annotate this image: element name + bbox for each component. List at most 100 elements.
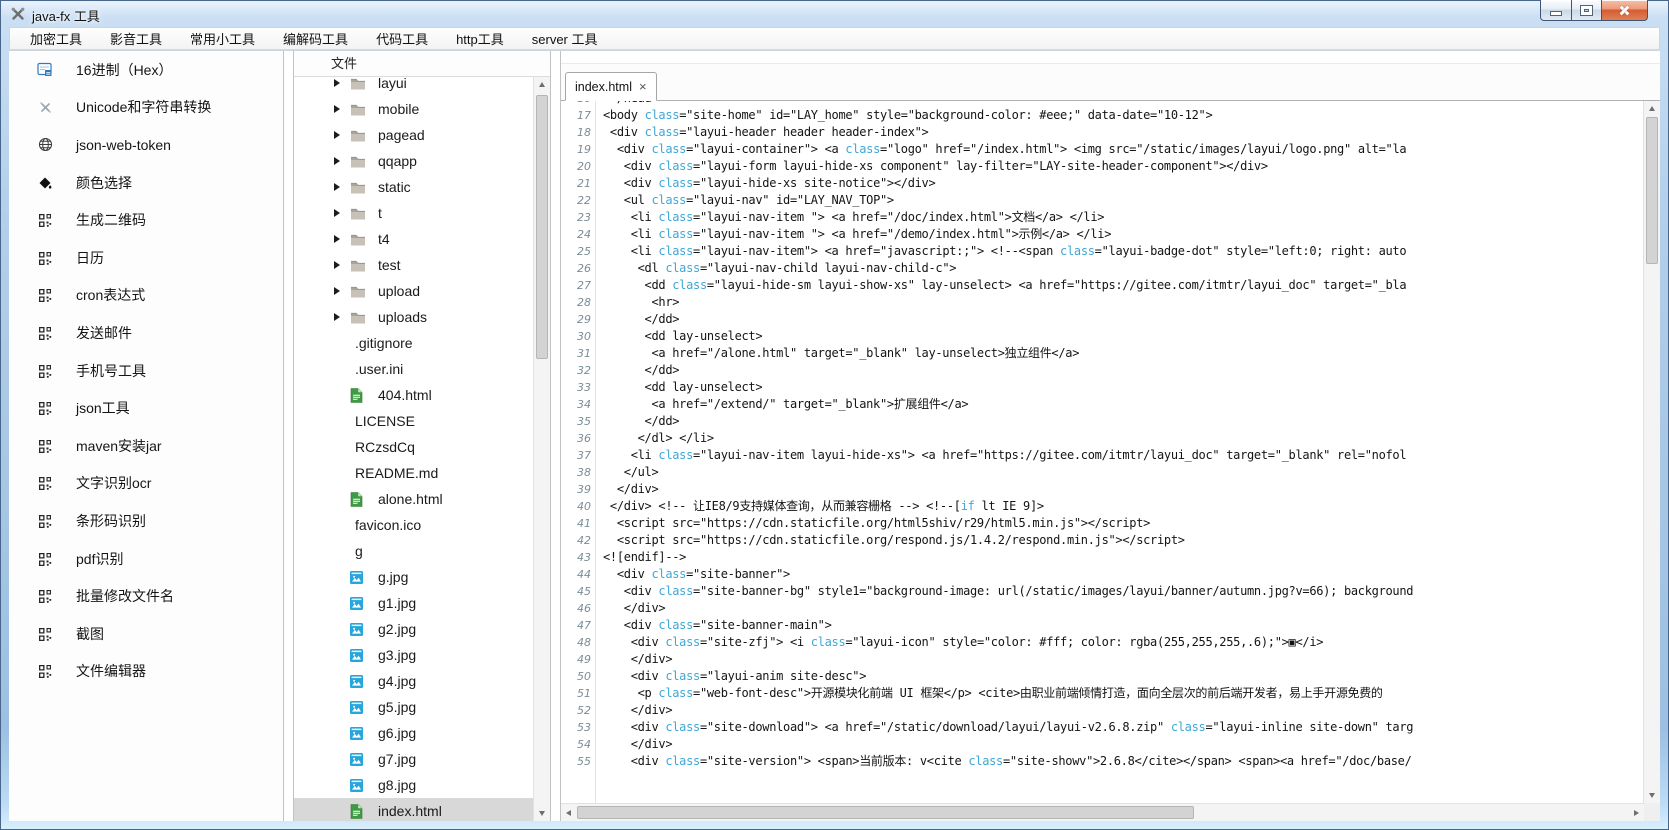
sidebar-item-batch-rename[interactable]: 批量修改文件名 — [9, 577, 283, 615]
tree-item-label: g8.jpg — [378, 777, 416, 793]
scroll-up-icon[interactable] — [534, 77, 550, 92]
tree-folder-uploads[interactable]: uploads — [294, 304, 534, 330]
expand-arrow-icon[interactable] — [334, 131, 350, 139]
tree-folder-qqapp[interactable]: qqapp — [294, 148, 534, 174]
tab-close-icon[interactable]: × — [639, 80, 647, 93]
menu-server[interactable]: server 工具 — [518, 28, 612, 49]
sidebar-item-screenshot[interactable]: 截图 — [9, 615, 283, 653]
tree-file-favicon-ico[interactable]: favicon.ico — [294, 512, 534, 538]
code-editor-area[interactable]: 16 </head>17<body class="site-home" id="… — [561, 101, 1644, 803]
code-text: <div class="layui-anim site-desc"> — [591, 668, 866, 685]
tree-file-g-jpg[interactable]: g.jpg — [294, 564, 534, 590]
sidebar-item-hex[interactable]: 16进制（Hex） — [9, 51, 283, 89]
tree-file-gitignore[interactable]: .gitignore — [294, 330, 534, 356]
scroll-down-icon[interactable] — [1644, 788, 1660, 803]
tree-file-user-ini[interactable]: .user.ini — [294, 356, 534, 382]
scroll-left-icon[interactable] — [561, 804, 576, 821]
tree-file-license[interactable]: LICENSE — [294, 408, 534, 434]
close-icon — [1618, 4, 1631, 17]
tree-folder-t[interactable]: t — [294, 200, 534, 226]
sidebar-item-qrcode-generate[interactable]: 生成二维码 — [9, 201, 283, 239]
title-bar[interactable]: java-fx 工具 — [1, 1, 1668, 27]
minimize-button[interactable] — [1540, 0, 1572, 21]
menu-item[interactable]: 编解码工具 — [269, 28, 362, 49]
scroll-right-icon[interactable] — [1629, 804, 1644, 821]
tree-file-g7-jpg[interactable]: g7.jpg — [294, 746, 534, 772]
sidebar-item-json-web-token[interactable]: json-web-token — [9, 126, 283, 164]
tree-item-label: uploads — [378, 309, 427, 325]
tree-file-alone-html[interactable]: alone.html — [294, 486, 534, 512]
app-window: java-fx 工具 加密工具影音工具常用小工具编解码工具代码工具http工具s… — [0, 0, 1669, 830]
tree-folder-layui[interactable]: layui — [294, 77, 534, 96]
sidebar-item-cron-expression[interactable]: cron表达式 — [9, 277, 283, 315]
editor-hscrollbar-thumb[interactable] — [577, 806, 1194, 819]
sidebar-item-send-email[interactable]: 发送邮件 — [9, 314, 283, 352]
main-content: 16进制（Hex）Unicode和字符串转换json-web-token颜色选择… — [9, 50, 1660, 821]
expand-arrow-icon[interactable] — [334, 79, 350, 87]
close-button[interactable] — [1601, 0, 1648, 21]
sidebar-item-file-editor[interactable]: 文件编辑器 — [9, 653, 283, 691]
tree-file-g6-jpg[interactable]: g6.jpg — [294, 720, 534, 746]
expand-arrow-icon[interactable] — [334, 157, 350, 165]
file-tree-scrollbar-thumb[interactable] — [536, 95, 548, 359]
sidebar-item-barcode-recognition[interactable]: 条形码识别 — [9, 502, 283, 540]
tree-file-g[interactable]: g — [294, 538, 534, 564]
expand-arrow-icon[interactable] — [334, 287, 350, 295]
tab-index-html[interactable]: index.html × — [565, 72, 657, 101]
tree-folder-static[interactable]: static — [294, 174, 534, 200]
menu-http[interactable]: http工具 — [442, 28, 518, 49]
expand-arrow-icon[interactable] — [334, 209, 350, 217]
expand-arrow-icon[interactable] — [334, 313, 350, 321]
tree-file-g3-jpg[interactable]: g3.jpg — [294, 642, 534, 668]
line-number: 47 — [561, 617, 591, 634]
sidebar-item-json-tool[interactable]: json工具 — [9, 389, 283, 427]
tree-item-label: g1.jpg — [378, 595, 416, 611]
tree-folder-t4[interactable]: t4 — [294, 226, 534, 252]
tree-item-label: 404.html — [378, 387, 432, 403]
tree-file-g8-jpg[interactable]: g8.jpg — [294, 772, 534, 798]
scroll-up-icon[interactable] — [1644, 101, 1660, 116]
tree-folder-mobile[interactable]: mobile — [294, 96, 534, 122]
sidebar-item-color-picker[interactable]: 颜色选择 — [9, 164, 283, 202]
line-number: 37 — [561, 447, 591, 464]
tree-folder-test[interactable]: test — [294, 252, 534, 278]
tree-file-g4-jpg[interactable]: g4.jpg — [294, 668, 534, 694]
maximize-button[interactable] — [1572, 0, 1601, 21]
code-text: <div class="layui-container"> <a class="… — [591, 141, 1406, 158]
tree-file-g5-jpg[interactable]: g5.jpg — [294, 694, 534, 720]
sidebar-item-pdf-recognition[interactable]: pdf识别 — [9, 540, 283, 578]
tree-file-g2-jpg[interactable]: g2.jpg — [294, 616, 534, 642]
tree-file-g1-jpg[interactable]: g1.jpg — [294, 590, 534, 616]
code-line-54: 54 </div> — [561, 736, 1644, 753]
tree-folder-upload[interactable]: upload — [294, 278, 534, 304]
menu-item[interactable]: 加密工具 — [16, 28, 96, 49]
tree-file-rczsdcq[interactable]: RCzsdCq — [294, 434, 534, 460]
sidebar-item-unicode-convert[interactable]: Unicode和字符串转换 — [9, 89, 283, 127]
editor-vscrollbar-thumb[interactable] — [1646, 117, 1658, 264]
splitpane-divider-left[interactable] — [284, 51, 294, 821]
splitpane-divider-right[interactable] — [551, 51, 561, 821]
hex-disk-icon — [35, 62, 55, 77]
expand-arrow-icon[interactable] — [334, 183, 350, 191]
menu-item[interactable]: 影音工具 — [96, 28, 176, 49]
sidebar-item-label: json工具 — [76, 398, 130, 418]
sidebar-item-ocr[interactable]: 文字识别ocr — [9, 465, 283, 503]
sidebar-item-maven-install-jar[interactable]: maven安装jar — [9, 427, 283, 465]
editor-vertical-scrollbar[interactable] — [1643, 101, 1660, 803]
editor-horizontal-scrollbar[interactable] — [561, 803, 1644, 821]
menu-item[interactable]: 常用小工具 — [176, 28, 269, 49]
expand-arrow-icon[interactable] — [334, 235, 350, 243]
sidebar-item-phone-number-tool[interactable]: 手机号工具 — [9, 352, 283, 390]
tree-folder-pagead[interactable]: pagead — [294, 122, 534, 148]
expand-arrow-icon[interactable] — [334, 105, 350, 113]
code-text: <div class="layui-form layui-hide-xs com… — [591, 158, 1268, 175]
tree-file-readme-md[interactable]: README.md — [294, 460, 534, 486]
tree-file-404-html[interactable]: 404.html — [294, 382, 534, 408]
sidebar-item-calendar[interactable]: 日历 — [9, 239, 283, 277]
tree-file-index-html[interactable]: index.html — [294, 798, 534, 821]
file-tree-vertical-scrollbar[interactable] — [533, 77, 550, 821]
line-number: 33 — [561, 379, 591, 396]
scroll-down-icon[interactable] — [534, 806, 550, 821]
menu-item[interactable]: 代码工具 — [362, 28, 442, 49]
expand-arrow-icon[interactable] — [334, 261, 350, 269]
